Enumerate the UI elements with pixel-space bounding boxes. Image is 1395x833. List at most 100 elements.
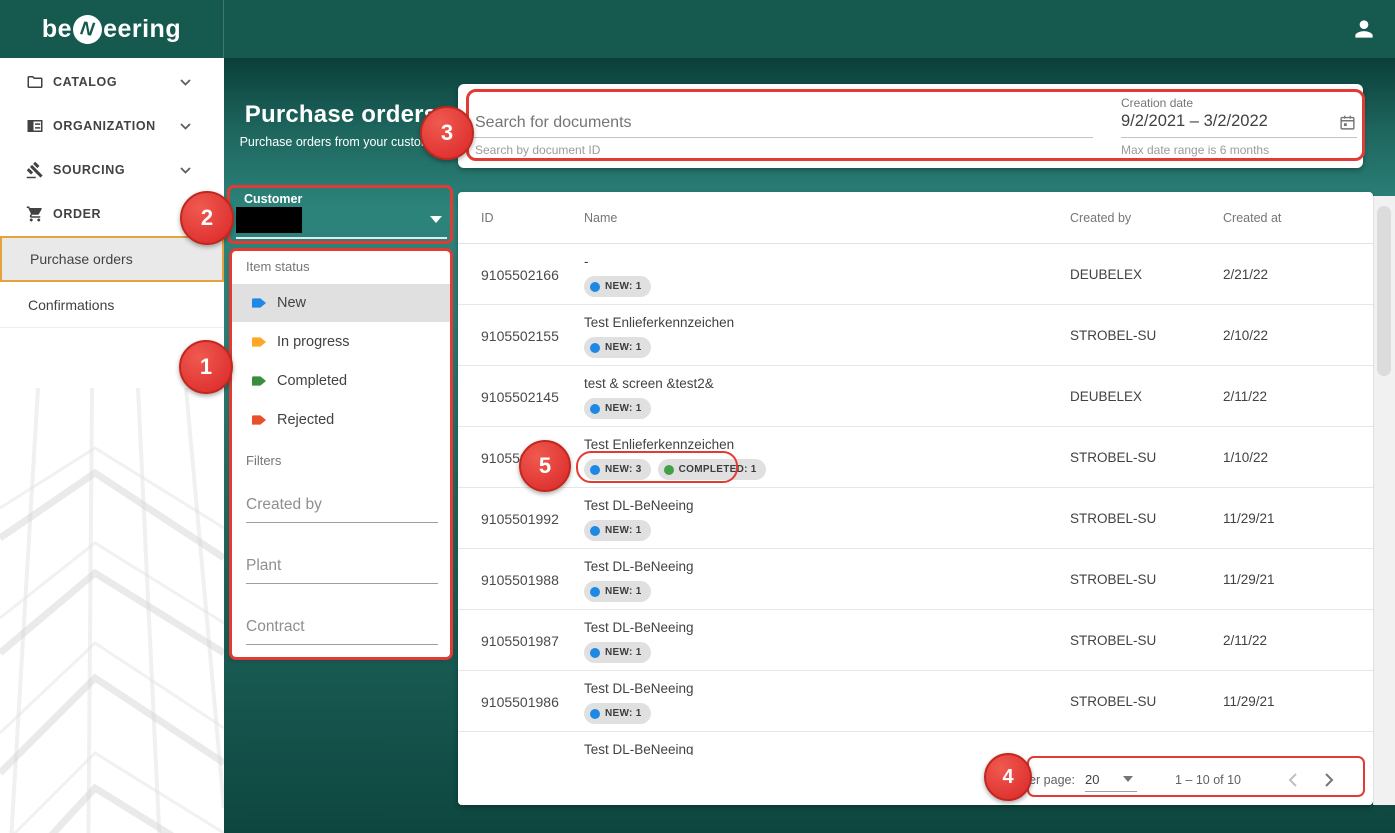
column-header-created-by: Created by: [1070, 192, 1131, 244]
search-hint: Search by document ID: [475, 143, 600, 157]
folder-icon: [26, 73, 44, 91]
app-root: beNeering CATALOG ORGANIZATION: [0, 0, 1395, 833]
new-status-dot-icon: [590, 343, 600, 353]
new-status-dot-icon: [590, 648, 600, 658]
status-badge: NEW: 3: [584, 459, 651, 480]
order-id: 9105502166: [481, 244, 559, 305]
status-badge: NEW: 1: [584, 642, 651, 663]
label-tag-icon: [252, 415, 266, 426]
sidebar-nav: CATALOG ORGANIZATION SOURCING ORDER Purc…: [0, 58, 224, 833]
previous-page-icon[interactable]: [1287, 772, 1298, 788]
item-status-label: Item status: [246, 259, 310, 274]
order-created-at: 2/11/22: [1223, 610, 1267, 671]
input-underline: [246, 644, 438, 645]
logo-text-prefix: be: [42, 15, 72, 44]
status-label: In progress: [277, 334, 350, 350]
sidebar-item-label: ORDER: [53, 207, 101, 221]
order-created-at: 2/21/22: [1223, 244, 1268, 305]
chevron-up-icon: [180, 211, 191, 218]
next-page-icon[interactable]: [1324, 772, 1335, 788]
sidebar-item-confirmations[interactable]: Confirmations: [0, 282, 224, 328]
building-watermark-image: [0, 388, 224, 833]
sidebar-item-catalog[interactable]: CATALOG: [0, 60, 224, 104]
status-filter-completed[interactable]: Completed: [231, 362, 451, 400]
sidebar-item-label: CATALOG: [53, 75, 117, 89]
user-account-icon[interactable]: [1351, 16, 1377, 42]
order-created-by: STROBEL-SU: [1070, 305, 1156, 366]
sidebar-item-label: ORGANIZATION: [53, 119, 156, 133]
order-created-by: STROBEL-SU: [1070, 671, 1156, 732]
status-badge: NEW: 1: [584, 581, 651, 602]
filter-panel: Item status New In progress Completed Re…: [231, 251, 451, 657]
table-row[interactable]: 9105501987 Test DL-BeNeeing NEW: 1 STROB…: [458, 610, 1373, 671]
calendar-icon[interactable]: [1339, 114, 1356, 131]
status-filter-in-progress[interactable]: In progress: [231, 323, 451, 361]
sidebar-item-sourcing[interactable]: SOURCING: [0, 148, 224, 192]
order-created-by: DEUBELEX: [1070, 366, 1142, 427]
created-by-input[interactable]: Created by: [246, 496, 438, 526]
order-name: Test Enlieferkennzeichen: [584, 315, 734, 330]
creation-date-label: Creation date: [1121, 96, 1193, 110]
new-status-dot-icon: [590, 282, 600, 292]
sidebar-item-label: SOURCING: [53, 163, 125, 177]
order-created-by: STROBEL-SU: [1070, 427, 1156, 488]
customer-value-redacted: [236, 207, 302, 233]
order-name: Test DL-BeNeeing: [584, 681, 694, 696]
sidebar-item-organization[interactable]: ORGANIZATION: [0, 104, 224, 148]
order-created-at: 11/29/21: [1223, 488, 1275, 549]
sidebar-item-order[interactable]: ORDER: [0, 192, 224, 236]
gavel-icon: [26, 161, 44, 179]
contract-input[interactable]: Contract: [246, 618, 438, 648]
items-per-page-select[interactable]: 20: [1085, 771, 1137, 789]
purchase-orders-table: ID Name Created by Created at 9105502166…: [458, 192, 1373, 805]
sidebar-item-purchase-orders[interactable]: Purchase orders: [0, 236, 224, 282]
order-id: 9105502155: [481, 305, 559, 366]
table-row[interactable]: 9105502166 - NEW: 1 DEUBELEX 2/21/22: [458, 244, 1373, 305]
table-row[interactable]: 9105501986 Test DL-BeNeeing NEW: 1 STROB…: [458, 671, 1373, 732]
items-per-page-label: Items per page:: [988, 773, 1075, 787]
status-filter-new[interactable]: New: [231, 284, 451, 322]
status-filter-rejected[interactable]: Rejected: [231, 401, 451, 439]
creation-date-input[interactable]: 9/2/2021 – 3/2/2022: [1121, 112, 1268, 131]
input-placeholder: Plant: [246, 557, 281, 574]
status-label: Rejected: [277, 412, 334, 428]
logo-n-icon: N: [71, 13, 104, 46]
top-header: beNeering: [0, 0, 1395, 58]
logo-text-suffix: eering: [103, 15, 181, 44]
page-subtitle: Purchase orders from your customer: [224, 135, 458, 149]
order-name: -: [584, 254, 589, 269]
chevron-down-icon: [180, 167, 191, 174]
order-created-by: STROBEL-SU: [1070, 549, 1156, 610]
chevron-down-icon: [180, 79, 191, 86]
input-placeholder: Created by: [246, 496, 322, 513]
plant-input[interactable]: Plant: [246, 557, 438, 587]
input-placeholder: Contract: [246, 618, 305, 635]
table-row[interactable]: 9105502145 test & screen &test2& NEW: 1 …: [458, 366, 1373, 427]
table-row[interactable]: 9105501988 Test DL-BeNeeing NEW: 1 STROB…: [458, 549, 1373, 610]
order-created-at: 2/11/22: [1223, 366, 1267, 427]
table-row[interactable]: 9105501992 Test DL-BeNeeing NEW: 1 STROB…: [458, 488, 1373, 549]
status-label: Completed: [277, 373, 347, 389]
select-underline: [1085, 791, 1137, 792]
order-id: 9105501988: [481, 549, 559, 610]
input-underline: [246, 583, 438, 584]
sidebar-subitem-label: Confirmations: [28, 297, 114, 313]
status-badge: COMPLETED: 1: [658, 459, 766, 480]
customer-select[interactable]: Customer: [228, 187, 452, 243]
table-row[interactable]: 9105502155 Test Enlieferkennzeichen NEW:…: [458, 305, 1373, 366]
order-created-by: DEUBELEX: [1070, 244, 1142, 305]
scrollbar-thumb[interactable]: [1377, 206, 1391, 376]
search-input[interactable]: Search for documents: [475, 114, 632, 132]
sidebar-subitem-label: Purchase orders: [30, 251, 133, 267]
order-id: 9105501987: [481, 610, 559, 671]
order-name: Test DL-BeNeeing: [584, 559, 694, 574]
table-row[interactable]: 9105502180 Test Enlieferkennzeichen NEW:…: [458, 427, 1373, 488]
order-name: Test Enlieferkennzeichen: [584, 437, 734, 452]
order-id: 9105502145: [481, 366, 559, 427]
logo: beNeering: [0, 0, 224, 58]
label-tag-icon: [252, 337, 266, 348]
chevron-down-icon: [180, 123, 191, 130]
label-tag-icon: [252, 376, 266, 387]
order-name: test & screen &test2&: [584, 376, 714, 391]
new-status-dot-icon: [590, 709, 600, 719]
